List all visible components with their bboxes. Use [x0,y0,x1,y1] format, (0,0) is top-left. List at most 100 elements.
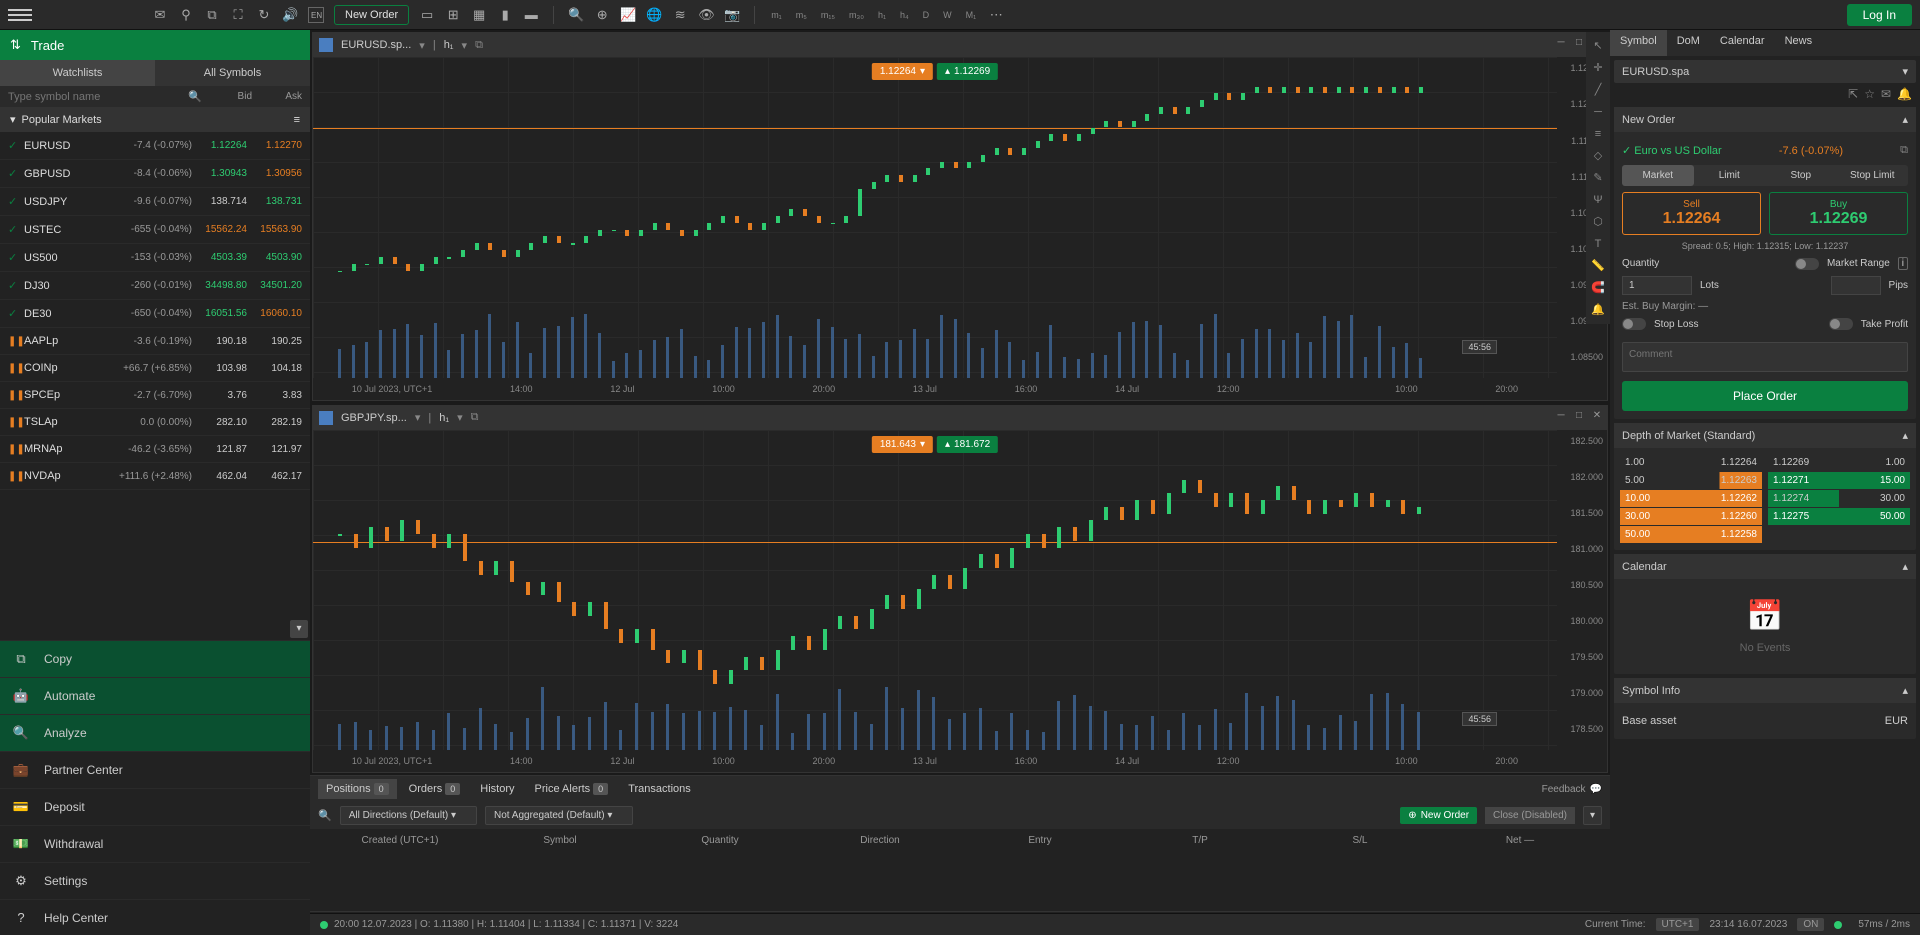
chart-timeframe[interactable]: h₁ [444,39,454,51]
link-sym-icon[interactable]: ⧉ [1900,144,1908,157]
maximize-icon[interactable]: □ [1571,35,1587,51]
camera-icon[interactable]: 📷 [724,7,740,23]
eye-icon[interactable]: 👁 [698,7,714,23]
symbol-search-input[interactable] [8,91,188,103]
tab-all-symbols[interactable]: All Symbols [155,60,310,86]
menu-icon[interactable] [8,3,32,27]
nav-automate[interactable]: 🤖Automate [0,677,310,714]
sell-box[interactable]: Sell 1.12264 [1622,192,1761,235]
pattern-tool[interactable]: ⬡ [1588,212,1608,232]
buy-box[interactable]: Buy 1.12269 [1769,192,1908,235]
stop-loss-toggle[interactable] [1622,318,1646,330]
watchlist-row[interactable]: ✓GBPUSD-8.4 (-0.06%)1.309431.30956 [0,160,310,188]
chart-timeframe[interactable]: h₁ [439,412,449,424]
pips-input[interactable] [1831,276,1881,295]
dom-ask-row[interactable]: 1.122691.00 [1768,454,1910,471]
expand-icon[interactable]: ⛶ [230,7,246,23]
measure-tool[interactable]: 📏 [1588,256,1608,276]
trade-header[interactable]: ⇅ Trade [0,30,310,60]
calendar-header[interactable]: Calendar ▴ [1614,554,1916,579]
collapse-icon[interactable]: ▴ [1902,113,1908,126]
text-tool[interactable]: T [1588,234,1608,254]
search-icon[interactable]: 🔍 [568,7,584,23]
refresh-icon[interactable]: ↻ [256,7,272,23]
nav-settings[interactable]: ⚙Settings [0,862,310,899]
chart-symbol[interactable]: GBPJPY.sp... [341,412,407,424]
more-icon[interactable]: ⋯ [988,7,1004,23]
tf-m15[interactable]: m₁₅ [819,10,837,20]
chart-dropdown[interactable]: ▾ [415,411,421,424]
indicator-icon[interactable]: 📈 [620,7,636,23]
collapse-icon[interactable]: ▴ [1902,429,1908,442]
watchlist-row[interactable]: ❚❚SPCEp-2.7 (-6.70%)3.763.83 [0,382,310,409]
dom-bid-row[interactable]: 5.001.12263 [1620,472,1762,489]
comment-input[interactable] [1622,342,1908,372]
collapse-icon[interactable]: ▴ [1902,560,1908,573]
watchlist-row[interactable]: ✓EURUSD-7.4 (-0.07%)1.122641.12270 [0,132,310,160]
link-icon[interactable]: ⚲ [178,7,194,23]
watchlist-row[interactable]: ❚❚NVDAp+111.6 (+2.48%)462.04462.17 [0,463,310,490]
dom-bid-row[interactable]: 50.001.12258 [1620,526,1762,543]
close-icon[interactable]: ✕ [1589,408,1605,424]
symbol-info-header[interactable]: Symbol Info ▴ [1614,678,1916,703]
collapse-icon[interactable]: ▴ [1902,684,1908,697]
nav-copy[interactable]: ⧉Copy [0,640,310,677]
nav-withdrawal[interactable]: 💵Withdrawal [0,825,310,862]
tf-m[interactable]: M₁ [964,10,979,20]
direction-select[interactable]: All Directions (Default) ▾ [340,806,477,825]
dom-ask-row[interactable]: 1.1227550.00 [1768,508,1910,525]
tab-dom[interactable]: DoM [1667,30,1710,56]
filter-search-icon[interactable]: 🔍 [318,809,332,822]
shapes-tool[interactable]: ◇ [1588,146,1608,166]
panel-new-order-button[interactable]: ⊕New Order [1400,807,1477,824]
chart-dropdown[interactable]: ▾ [419,39,425,52]
dom-ask-row[interactable]: 1.1227115.00 [1768,472,1910,489]
tab-news[interactable]: News [1775,30,1823,56]
bell-icon[interactable]: 🔔 [1897,87,1912,101]
layers-icon[interactable]: ≋ [672,7,688,23]
tf-m30[interactable]: m₃₀ [847,10,866,20]
target-icon[interactable]: ⊕ [594,7,610,23]
watchlist-row[interactable]: ✓DJ30-260 (-0.01%)34498.8034501.20 [0,272,310,300]
on-indicator[interactable]: ON [1797,918,1824,931]
list-icon[interactable]: ≡ [294,114,300,126]
crosshair-tool[interactable]: ✛ [1588,58,1608,78]
maximize-icon[interactable]: □ [1571,408,1587,424]
minimize-icon[interactable]: ─ [1553,35,1569,51]
dom-ask-row[interactable]: 1.1227430.00 [1768,490,1910,507]
nav-help[interactable]: ?Help Center [0,899,310,935]
new-order-button[interactable]: New Order [334,5,409,25]
watchlist-row[interactable]: ✓US500-153 (-0.03%)4503.394503.90 [0,244,310,272]
quantity-input[interactable] [1622,276,1692,295]
watchlist-row[interactable]: ❚❚TSLAp0.0 (0.00%)282.10282.19 [0,409,310,436]
tab-positions[interactable]: Positions0 [318,779,397,799]
split-v-icon[interactable]: ▮ [497,7,513,23]
minimize-icon[interactable]: ─ [1553,408,1569,424]
tf-m1[interactable]: m₁ [769,10,784,20]
watchlist-row[interactable]: ❚❚AAPLp-3.6 (-0.19%)190.18190.25 [0,328,310,355]
close-dropdown[interactable]: ▾ [1583,806,1602,825]
dom-bid-row[interactable]: 30.001.12260 [1620,508,1762,525]
tab-price-alerts[interactable]: Price Alerts0 [527,779,617,799]
tab-transactions[interactable]: Transactions [620,779,699,799]
popular-markets-header[interactable]: ▾ Popular Markets ≡ [0,107,310,132]
split-h-icon[interactable]: ▬ [523,7,539,23]
grid-icon[interactable]: ▦ [471,7,487,23]
detach-icon[interactable]: ⧉ [475,39,483,52]
order-tab-market[interactable]: Market [1622,165,1694,186]
tf-w[interactable]: W [941,10,954,20]
tf-h4[interactable]: h₄ [898,10,911,20]
cursor-tool[interactable]: ↖ [1588,36,1608,56]
info-icon[interactable]: i [1898,257,1908,270]
aggregation-select[interactable]: Not Aggregated (Default) ▾ [485,806,633,825]
single-chart-icon[interactable]: ▭ [419,7,435,23]
multi-chart-icon[interactable]: ⊞ [445,7,461,23]
chart-canvas[interactable]: 181.643 ▾▴ 181.672181.64345:56 [313,430,1557,751]
tab-history[interactable]: History [472,779,522,799]
pitchfork-tool[interactable]: Ψ [1588,190,1608,210]
tf-h1[interactable]: h₁ [876,10,888,20]
order-tab-stop[interactable]: Stop [1765,165,1837,186]
login-button[interactable]: Log In [1847,4,1912,26]
nav-analyze[interactable]: 🔍Analyze [0,714,310,751]
tab-orders[interactable]: Orders0 [401,779,469,799]
